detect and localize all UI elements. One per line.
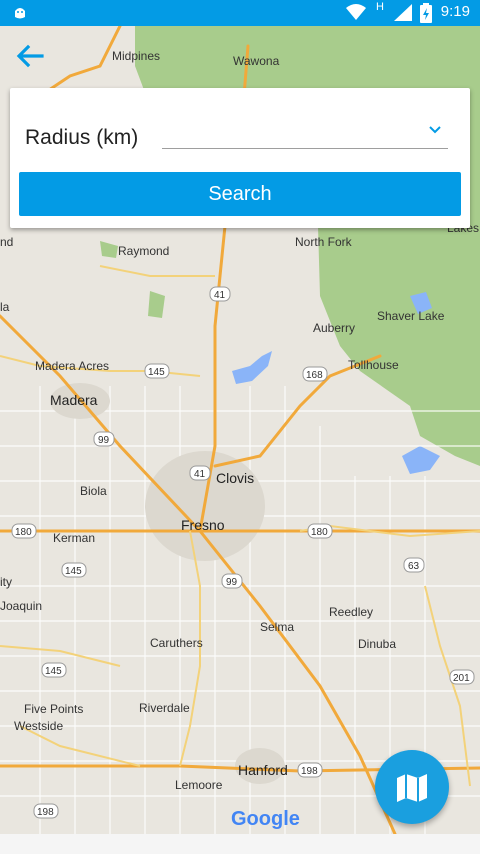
route-shield: 145 bbox=[41, 662, 67, 678]
place-label: Biola bbox=[80, 484, 107, 498]
place-label: Kerman bbox=[53, 531, 95, 545]
place-label: la bbox=[0, 300, 10, 314]
google-logo-text: Google bbox=[231, 808, 300, 830]
svg-text:63: 63 bbox=[408, 561, 420, 572]
place-label: Raymond bbox=[118, 244, 169, 258]
place-label: Dinuba bbox=[358, 637, 396, 651]
bottom-bar bbox=[0, 834, 480, 854]
arrow-left-icon bbox=[16, 44, 44, 68]
search-button[interactable]: Search bbox=[19, 172, 461, 216]
route-shield: 198 bbox=[33, 803, 59, 819]
svg-text:41: 41 bbox=[214, 290, 226, 301]
place-label: Reedley bbox=[329, 605, 373, 619]
route-shield: 180 bbox=[307, 523, 333, 539]
radius-select[interactable] bbox=[162, 112, 448, 149]
place-label: ity bbox=[0, 575, 12, 589]
search-card: Radius (km) Search bbox=[10, 88, 470, 228]
network-type: H bbox=[376, 1, 384, 13]
place-label: Midpines bbox=[112, 49, 160, 63]
place-label: Selma bbox=[260, 620, 294, 634]
route-shield: 41 bbox=[189, 465, 211, 481]
place-label: Fresno bbox=[181, 517, 225, 533]
route-shield: 63 bbox=[403, 557, 425, 573]
place-label: Westside bbox=[14, 719, 63, 733]
chevron-down-icon bbox=[428, 120, 442, 139]
status-bar: H 9:19 bbox=[0, 0, 480, 26]
svg-text:145: 145 bbox=[65, 566, 82, 577]
place-label: Shaver Lake bbox=[377, 309, 445, 323]
svg-text:41: 41 bbox=[194, 469, 206, 480]
route-shield: 41 bbox=[209, 286, 231, 302]
place-label: North Fork bbox=[295, 235, 353, 249]
svg-text:198: 198 bbox=[301, 766, 318, 777]
route-shield: 145 bbox=[144, 363, 170, 379]
svg-text:180: 180 bbox=[15, 527, 32, 538]
map-icon bbox=[397, 774, 427, 802]
svg-text:99: 99 bbox=[226, 577, 238, 588]
route-shield: 99 bbox=[93, 431, 115, 447]
google-attribution: Google bbox=[231, 808, 300, 831]
place-label: Five Points bbox=[24, 702, 83, 716]
svg-text:99: 99 bbox=[98, 435, 110, 446]
clock: 9:19 bbox=[440, 3, 470, 20]
svg-text:198: 198 bbox=[37, 807, 54, 818]
svg-text:168: 168 bbox=[306, 370, 323, 381]
route-shield: 198 bbox=[297, 762, 323, 778]
route-shield: 99 bbox=[221, 573, 243, 589]
svg-text:201: 201 bbox=[453, 673, 470, 684]
svg-text:180: 180 bbox=[311, 527, 328, 538]
route-shield: 168 bbox=[302, 366, 328, 382]
place-label: Joaquin bbox=[0, 599, 42, 613]
place-label: Clovis bbox=[216, 470, 254, 486]
android-debug-icon bbox=[12, 5, 28, 25]
place-label: Lemoore bbox=[175, 778, 223, 792]
place-label: Wawona bbox=[233, 54, 280, 68]
radius-label: Radius (km) bbox=[25, 126, 139, 149]
route-shield: 201 bbox=[449, 669, 475, 685]
signal-icon bbox=[394, 4, 412, 25]
place-label: Riverdale bbox=[139, 701, 190, 715]
place-label: Madera Acres bbox=[35, 359, 109, 373]
svg-text:145: 145 bbox=[45, 666, 62, 677]
place-label: Caruthers bbox=[150, 636, 203, 650]
map-fab-button[interactable] bbox=[375, 750, 449, 824]
place-label: Hanford bbox=[238, 762, 288, 778]
place-label: nd bbox=[0, 235, 13, 249]
battery-icon bbox=[420, 3, 432, 27]
route-shield: 180 bbox=[11, 523, 37, 539]
place-label: Tollhouse bbox=[348, 358, 399, 372]
place-label: Auberry bbox=[313, 321, 355, 335]
wifi-icon bbox=[346, 4, 366, 24]
svg-text:145: 145 bbox=[148, 367, 165, 378]
place-label: Madera bbox=[50, 392, 98, 408]
back-button[interactable] bbox=[14, 40, 50, 72]
route-shield: 145 bbox=[61, 562, 87, 578]
